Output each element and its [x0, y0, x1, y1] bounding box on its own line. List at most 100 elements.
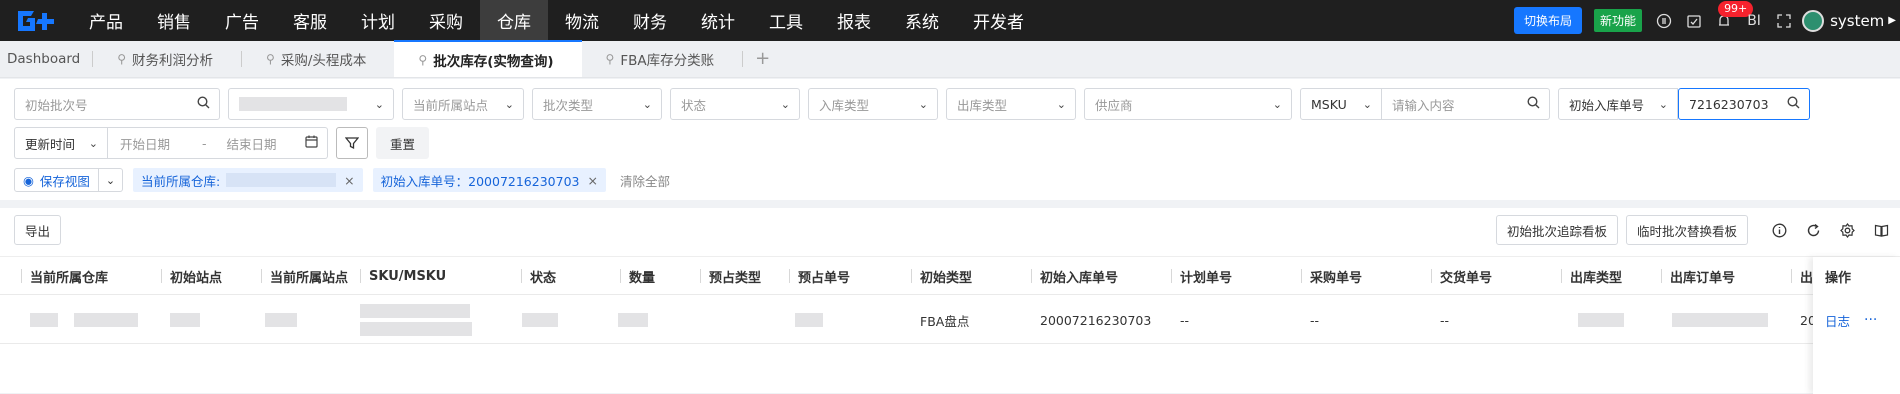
filter-row-2: 更新时间 ⌄ 开始日期 - 结束日期 重置 [14, 127, 430, 159]
nav-item-finance[interactable]: 财务 [616, 0, 684, 41]
supplier-select[interactable]: 供应商 ⌄ [1084, 88, 1292, 120]
cell-current-site [265, 296, 297, 344]
col-reserve-no[interactable]: 预占单号 [788, 257, 850, 295]
nav-item-warehouse[interactable]: 仓库 [480, 0, 548, 41]
save-view-button[interactable]: ◉ 保存视图 [14, 168, 99, 192]
clear-all-link[interactable]: 清除全部 [620, 171, 670, 190]
pin-icon[interactable]: ⚲ [606, 52, 615, 66]
status-select[interactable]: 状态 ⌄ [670, 88, 800, 120]
col-delivery-no[interactable]: 交货单号 [1430, 257, 1492, 295]
reset-button[interactable]: 重置 [376, 127, 430, 159]
tab-batch-inventory[interactable]: ⚲ 批次库存(实物查询) [394, 40, 582, 77]
col-current-warehouse[interactable]: 当前所属仓库 [20, 257, 108, 295]
nav-item-product[interactable]: 产品 [72, 0, 140, 41]
tab-label: 批次库存(实物查询) [433, 53, 554, 70]
inbound-no-input[interactable]: 7216230703 [1678, 88, 1810, 120]
search-icon[interactable] [1787, 96, 1800, 112]
filter-chip-inbound[interactable]: 初始入库单号：20007216230703 × [372, 168, 606, 192]
table-row[interactable]: FBA盘点 20007216230703 -- -- -- 20 [0, 296, 1900, 344]
date-separator: - [202, 135, 207, 151]
col-status[interactable]: 状态 [520, 257, 556, 295]
col-purchase-no[interactable]: 采购单号 [1300, 257, 1362, 295]
tab-dashboard[interactable]: Dashboard [0, 40, 92, 77]
pin-icon[interactable]: ⚲ [117, 52, 126, 66]
outbound-type-select[interactable]: 出库类型 ⌄ [946, 88, 1076, 120]
col-plan-no[interactable]: 计划单号 [1170, 257, 1232, 295]
calendar-icon[interactable] [305, 135, 318, 151]
col-outbound-truncated[interactable]: 出 [1790, 257, 1813, 295]
cell-initial-type: FBA盘点 [920, 313, 970, 329]
switch-layout-button[interactable]: 切换布局 [1514, 7, 1583, 34]
trace-board-button[interactable]: 初始批次追踪看板 [1495, 215, 1618, 245]
nav-item-plan[interactable]: 计划 [344, 0, 412, 41]
advanced-filter-button[interactable] [336, 127, 368, 159]
nav-item-sales[interactable]: 销售 [140, 0, 208, 41]
nav-item-tools[interactable]: 工具 [752, 0, 820, 41]
search-icon[interactable] [1527, 96, 1540, 112]
refresh-icon[interactable] [1802, 219, 1824, 241]
eye-icon: ◉ [23, 172, 34, 188]
col-initial-site[interactable]: 初始站点 [160, 257, 222, 295]
tab-bar: Dashboard ⚲ 财务利润分析 ⚲ 采购/头程成本 ⚲ 批次库存(实物查询) ⚲… [0, 40, 1900, 78]
bell-icon[interactable]: 99+ [1712, 0, 1754, 33]
nav-item-purchase[interactable]: 采购 [412, 0, 480, 41]
date-range-picker[interactable]: 开始日期 - 结束日期 [108, 127, 328, 159]
nav-item-stats[interactable]: 统计 [684, 0, 752, 41]
add-tab-button[interactable]: + [743, 40, 782, 77]
tab-fba-ledger[interactable]: ⚲ FBA库存分类账 [582, 40, 743, 77]
task-icon[interactable] [1682, 9, 1706, 33]
close-icon[interactable]: × [587, 173, 597, 188]
inbound-type-select[interactable]: 入库类型 ⌄ [808, 88, 938, 120]
bi-link[interactable]: BI [1742, 9, 1766, 33]
col-initial-inbound-no[interactable]: 初始入库单号 [1030, 257, 1118, 295]
warehouse-select[interactable]: ⌄ [228, 88, 394, 120]
search-icon[interactable] [197, 96, 210, 112]
col-quantity[interactable]: 数量 [619, 257, 655, 295]
col-outbound-type[interactable]: 出库类型 [1560, 257, 1622, 295]
close-icon[interactable]: × [344, 173, 354, 188]
batch-type-select[interactable]: 批次类型 ⌄ [532, 88, 662, 120]
top-nav: 产品 销售 广告 客服 计划 采购 仓库 物流 财务 统计 工具 报表 系统 开… [0, 0, 1900, 41]
export-button[interactable]: 导出 [14, 215, 62, 245]
chevron-down-icon: ⌄ [780, 97, 790, 111]
pin-icon[interactable]: ⚲ [418, 53, 427, 67]
more-icon[interactable]: ··· [1864, 312, 1877, 328]
info-icon[interactable] [1768, 219, 1790, 241]
book-icon[interactable] [1870, 219, 1892, 241]
filter-chip-warehouse[interactable]: 当前所属仓库: × [132, 168, 363, 192]
nav-item-system[interactable]: 系统 [888, 0, 956, 41]
app-logo[interactable] [0, 0, 72, 41]
new-feature-button[interactable]: 新功能 [1594, 9, 1643, 32]
current-site-select[interactable]: 当前所属站点 ⌄ [402, 88, 524, 120]
placeholder: 状态 [681, 97, 707, 113]
msku-type-select[interactable]: MSKU ⌄ [1300, 88, 1382, 120]
help-icon[interactable] [1652, 9, 1676, 33]
nav-item-service[interactable]: 客服 [276, 0, 344, 41]
initial-batch-input[interactable]: 初始批次号 [14, 88, 220, 120]
user-menu[interactable]: system ▶ [1802, 9, 1896, 32]
col-reserve-type[interactable]: 预占类型 [699, 257, 761, 295]
nav-item-reports[interactable]: 报表 [820, 0, 888, 41]
view-dropdown-button[interactable]: ⌄ [98, 168, 123, 192]
col-current-site[interactable]: 当前所属站点 [260, 257, 348, 295]
nav-item-ads[interactable]: 广告 [208, 0, 276, 41]
temp-replace-board-button[interactable]: 临时批次替换看板 [1625, 215, 1748, 245]
col-sku-msku[interactable]: SKU/MSKU [359, 257, 446, 295]
inbound-no-type-select[interactable]: 初始入库单号 ⌄ [1558, 88, 1678, 120]
redacted-value [1672, 313, 1768, 327]
settings-icon[interactable] [1836, 219, 1858, 241]
tab-label: 财务利润分析 [132, 52, 214, 69]
tab-purchase-cost[interactable]: ⚲ 采购/头程成本 [242, 40, 394, 77]
log-link[interactable]: 日志 [1825, 311, 1850, 330]
msku-search-input[interactable]: 请输入内容 [1382, 88, 1550, 120]
cell-current-warehouse [30, 296, 138, 344]
nav-item-developer[interactable]: 开发者 [956, 0, 1041, 41]
cell-reserve-no [795, 296, 823, 344]
time-type-select[interactable]: 更新时间 ⌄ [14, 127, 108, 159]
col-initial-type[interactable]: 初始类型 [910, 257, 972, 295]
col-outbound-order-no[interactable]: 出库订单号 [1660, 257, 1735, 295]
nav-item-logistics[interactable]: 物流 [548, 0, 616, 41]
fullscreen-icon[interactable] [1772, 9, 1796, 33]
pin-icon[interactable]: ⚲ [266, 52, 275, 66]
tab-finance-profit[interactable]: ⚲ 财务利润分析 [93, 40, 241, 77]
